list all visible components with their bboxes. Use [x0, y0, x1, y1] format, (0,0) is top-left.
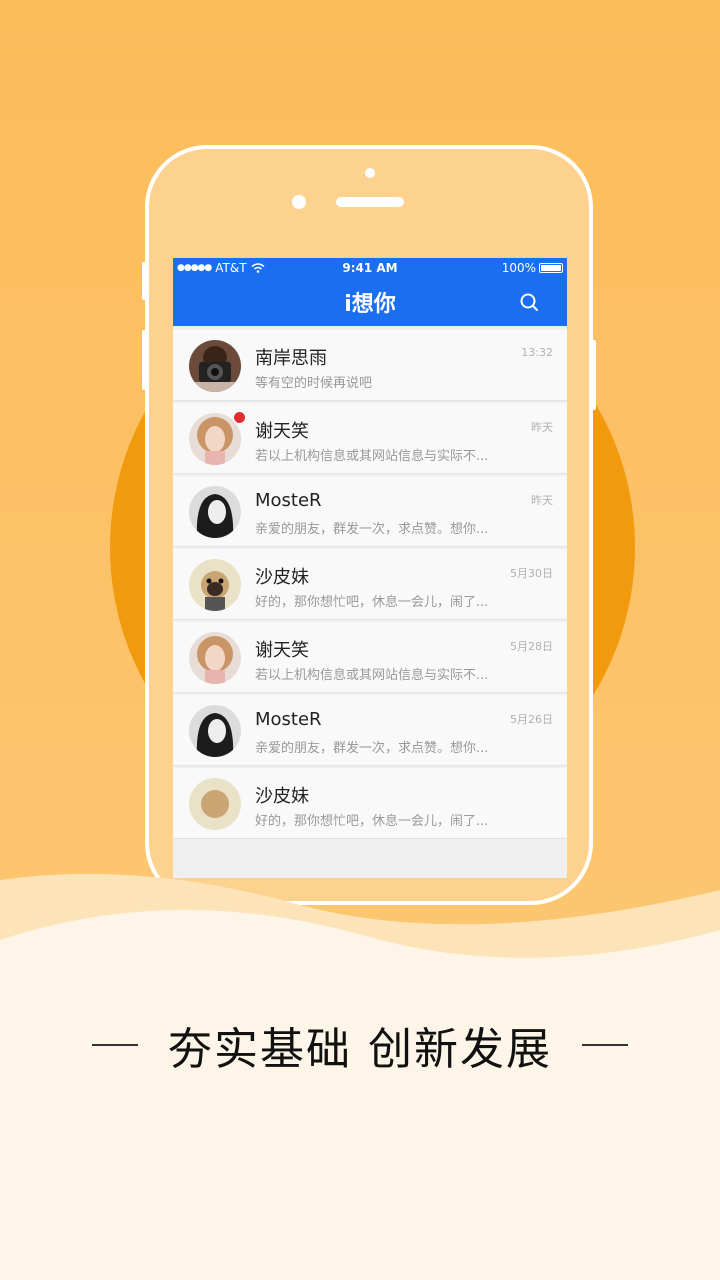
message-time: 昨天: [531, 494, 553, 507]
conversation-item[interactable]: MosteR 亲爱的朋友，群发一次，求点赞。想你... 5月26日: [173, 695, 567, 765]
unread-badge: [233, 411, 246, 424]
search-icon[interactable]: [519, 292, 539, 312]
conversation-item[interactable]: 沙皮妹 好的，那你想忙吧，休息一会儿，闹了... 5月30日: [173, 549, 567, 619]
avatar: [189, 486, 241, 538]
app-title: i想你: [344, 292, 396, 317]
contact-name: MosteR: [255, 490, 322, 511]
battery-icon: [539, 263, 563, 273]
contact-name: 沙皮妹: [255, 786, 309, 807]
slogan-dash-right: [582, 1044, 628, 1046]
phone-front-sensor: [292, 195, 306, 209]
avatar: [189, 705, 241, 757]
conversation-list: 南岸思雨 等有空的时候再说吧 13:32 谢天笑 若以上机构信息或其网站信息与实…: [173, 326, 567, 838]
message-preview: 若以上机构信息或其网站信息与实际不...: [255, 449, 489, 464]
slogan-dash-left: [92, 1044, 138, 1046]
avatar: [189, 340, 241, 392]
message-preview: 亲爱的朋友，群发一次，求点赞。想你...: [255, 741, 489, 756]
contact-name: MosteR: [255, 709, 322, 730]
phone-screen: ●●●●● AT&T 9:41 AM 100% i想你 南岸思雨 等有空的时候再…: [173, 258, 567, 878]
message-time: 5月28日: [510, 640, 553, 653]
phone-speaker: [336, 197, 404, 207]
message-time: 5月26日: [510, 713, 553, 726]
contact-name: 谢天笑: [255, 640, 309, 661]
phone-volume-up: [142, 330, 147, 390]
message-time: 13:32: [521, 346, 553, 359]
slogan: 夯实基础 创新发展: [0, 1010, 720, 1080]
message-preview: 等有空的时候再说吧: [255, 376, 373, 391]
contact-name: 南岸思雨: [255, 348, 327, 369]
conversation-item[interactable]: 谢天笑 若以上机构信息或其网站信息与实际不... 昨天: [173, 403, 567, 473]
avatar: [189, 632, 241, 684]
conversation-item[interactable]: 南岸思雨 等有空的时候再说吧 13:32: [173, 330, 567, 400]
message-preview: 好的，那你想忙吧，休息一会儿，闹了...: [255, 595, 489, 610]
nav-bar: i想你: [173, 278, 567, 326]
message-preview: 若以上机构信息或其网站信息与实际不...: [255, 668, 489, 683]
status-time: 9:41 AM: [342, 261, 398, 275]
conversation-item[interactable]: 谢天笑 若以上机构信息或其网站信息与实际不... 5月28日: [173, 622, 567, 692]
conversation-item[interactable]: MosteR 亲爱的朋友，群发一次，求点赞。想你... 昨天: [173, 476, 567, 546]
slogan-text: 夯实基础 创新发展: [168, 1024, 552, 1075]
avatar: [189, 559, 241, 611]
message-time: 5月30日: [510, 567, 553, 580]
phone-power-button: [591, 340, 596, 410]
message-preview: 亲爱的朋友，群发一次，求点赞。想你...: [255, 522, 489, 537]
contact-name: 谢天笑: [255, 421, 309, 442]
contact-name: 沙皮妹: [255, 567, 309, 588]
phone-camera: [365, 168, 375, 178]
status-bar: ●●●●● AT&T 9:41 AM 100%: [173, 258, 567, 278]
message-time: 昨天: [531, 421, 553, 434]
phone-side-button: [142, 262, 147, 300]
